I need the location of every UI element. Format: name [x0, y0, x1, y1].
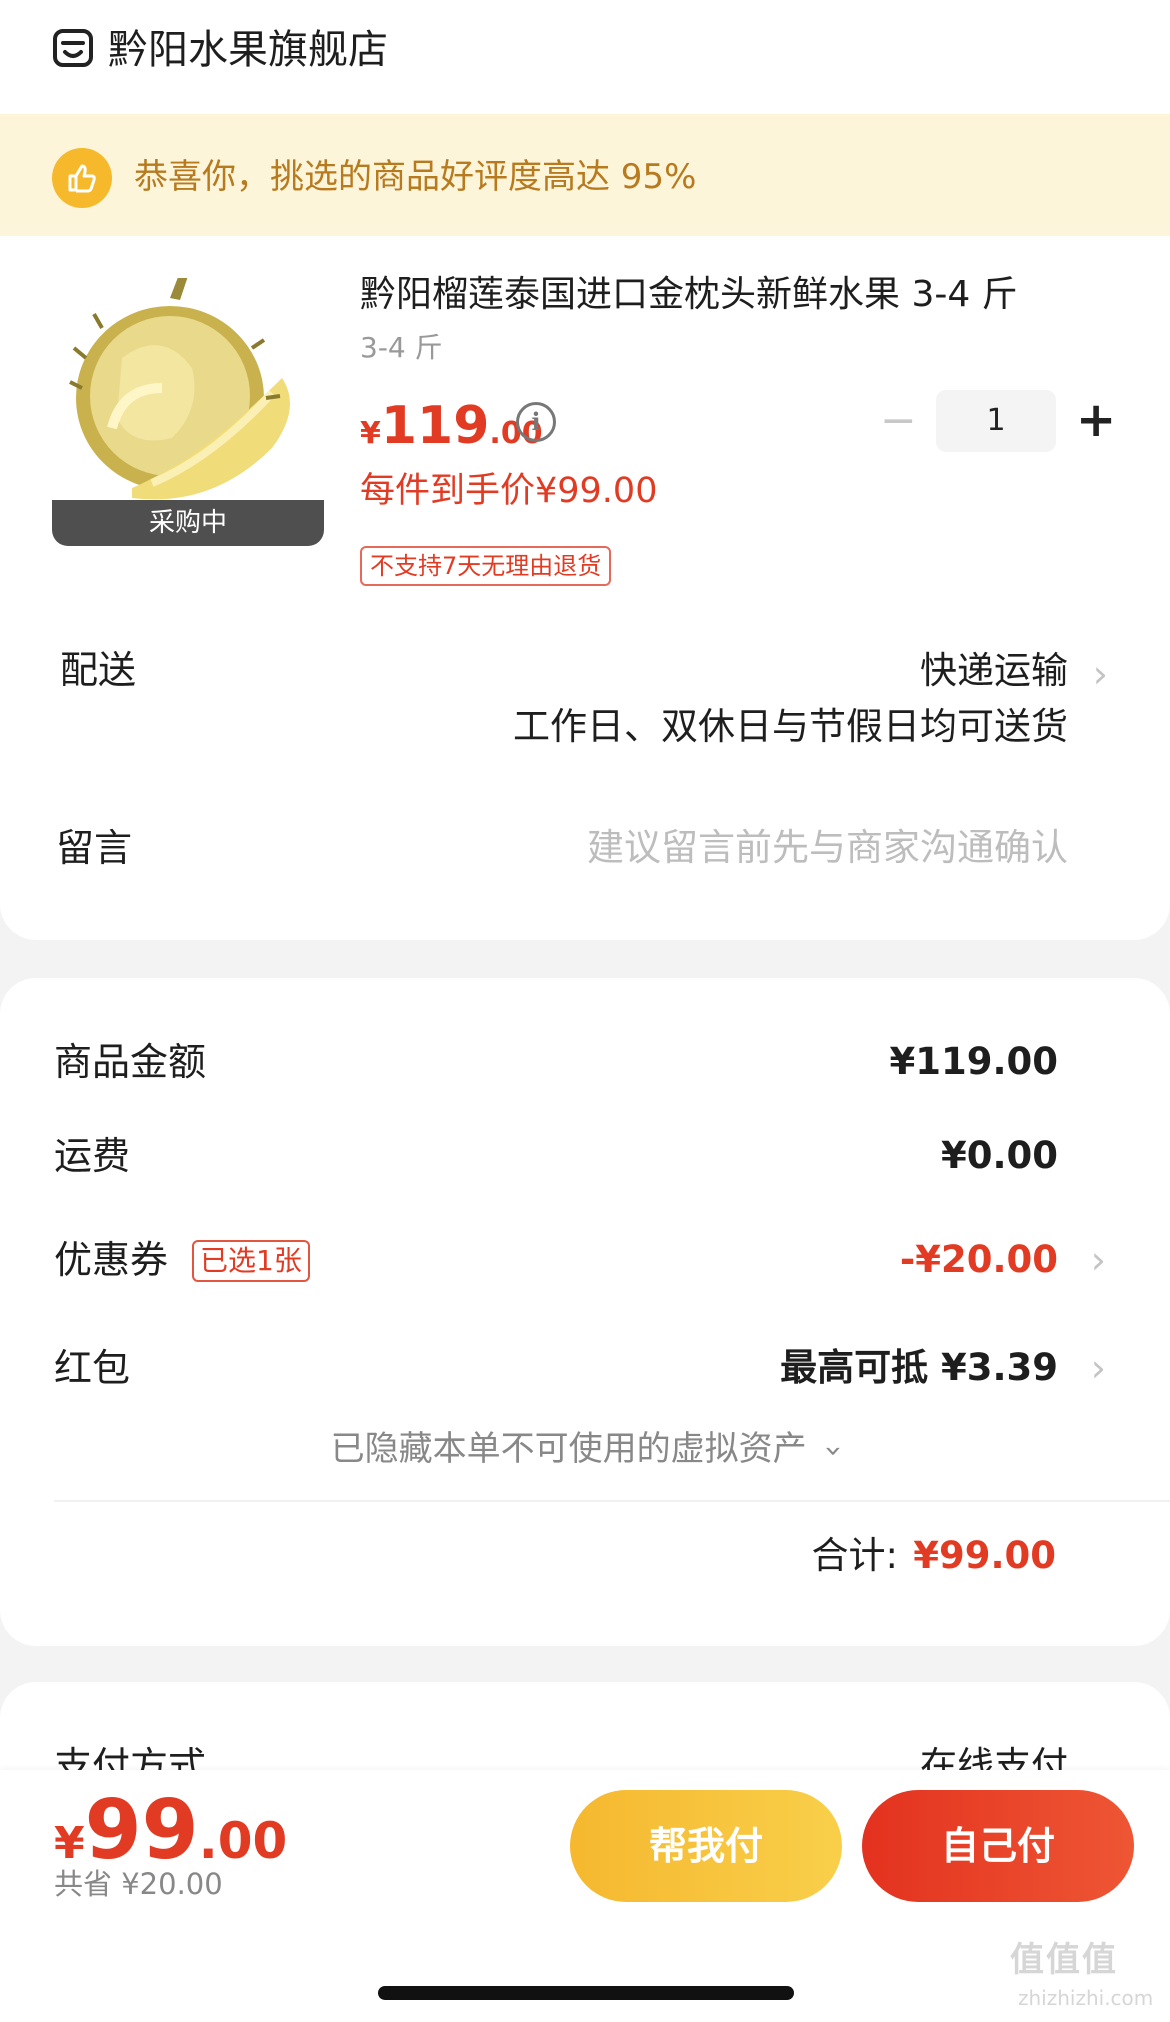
purchasing-tag: 采购中 — [52, 500, 324, 546]
coupon-selected-tag: 已选1张 — [192, 1240, 310, 1282]
hidden-assets-text: 已隐藏本单不可使用的虚拟资产 — [330, 1429, 807, 1469]
coupon-label: 优惠券 — [54, 1238, 169, 1282]
shipping-method[interactable]: 快递运输 — [920, 644, 1068, 698]
watermark-url: zhizhizhi.com — [1018, 1986, 1154, 2010]
red-packet-label: 红包 — [54, 1346, 131, 1390]
store-icon — [53, 29, 93, 67]
product-price: ¥119.00 — [360, 394, 543, 470]
product-title[interactable]: 黔阳榴莲泰国进口金枕头新鲜水果 3-4 斤 — [360, 268, 1018, 322]
chevron-down-icon: › — [816, 1445, 852, 1457]
total-label: 合计: — [811, 1534, 898, 1577]
red-packet-chevron-icon[interactable]: › — [1091, 1340, 1106, 1396]
goods-amount-label: 商品金额 — [54, 1040, 207, 1084]
praise-text: 恭喜你，挑选的商品好评度高达 95% — [134, 157, 697, 197]
shipping-chevron-icon[interactable]: › — [1093, 646, 1108, 702]
price-symbol: ¥ — [360, 416, 381, 451]
divider — [54, 1500, 1170, 1502]
message-input[interactable] — [468, 820, 1068, 876]
product-spec: 3-4 斤 — [360, 331, 443, 364]
coupon-chevron-icon[interactable]: › — [1091, 1232, 1106, 1288]
pay-myself-button[interactable]: 自己付 — [862, 1790, 1134, 1902]
quantity-minus-button[interactable]: − — [880, 398, 917, 444]
total-value: ¥99.00 — [913, 1534, 1056, 1577]
home-indicator[interactable] — [378, 1986, 794, 2000]
coupon-value[interactable]: -¥20.00 — [900, 1232, 1058, 1288]
freight-value: ¥0.00 — [940, 1134, 1058, 1177]
thumbs-up-icon — [52, 148, 112, 208]
help-me-pay-button[interactable]: 帮我付 — [570, 1790, 842, 1902]
unit-final-price: 每件到手价¥99.00 — [360, 471, 658, 511]
shipping-label: 配送 — [60, 648, 137, 692]
price-info-icon[interactable]: i — [516, 402, 556, 442]
no-return-badge: 不支持7天无理由退货 — [360, 546, 612, 586]
freight-label: 运费 — [54, 1134, 131, 1178]
red-packet-value[interactable]: 最高可抵 ¥3.39 — [780, 1340, 1058, 1396]
shipping-note: 工作日、双休日与节假日均可送货 — [513, 705, 1068, 748]
quantity-field[interactable]: 1 — [936, 390, 1056, 452]
quantity-plus-button[interactable]: + — [1076, 394, 1116, 446]
store-name[interactable]: 黔阳水果旗舰店 — [108, 22, 388, 78]
saved-amount: 共省 ¥20.00 — [54, 1867, 223, 1901]
watermark: 值值值 — [1010, 1940, 1118, 1980]
price-integer: 119 — [380, 396, 490, 456]
hidden-assets-toggle[interactable]: 已隐藏本单不可使用的虚拟资产 › — [0, 1422, 1170, 1478]
message-label: 留言 — [56, 826, 133, 870]
goods-amount-value: ¥119.00 — [889, 1040, 1058, 1083]
